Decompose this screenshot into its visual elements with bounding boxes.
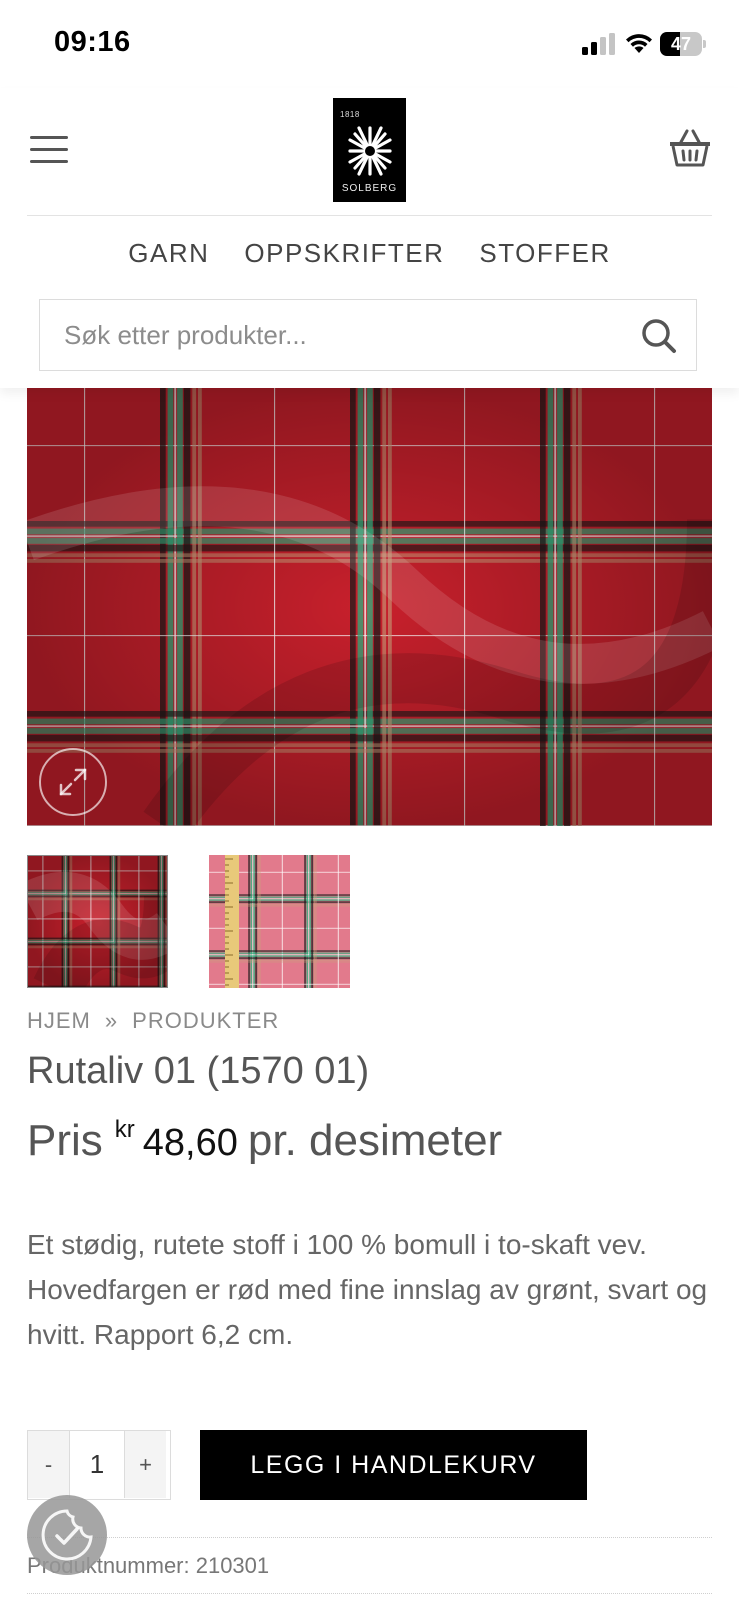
price-row: Pris kr 48,60 pr. desimeter bbox=[27, 1116, 502, 1166]
logo-year: 1818 bbox=[340, 110, 360, 119]
price-currency: kr bbox=[114, 1116, 135, 1143]
site-header: 1818 SOLBERG GARN OPPSKRIFTER STOFFER Sø… bbox=[0, 88, 739, 388]
meta-divider-bottom bbox=[27, 1593, 712, 1594]
nav-item-oppskrifter[interactable]: OPPSKRIFTER bbox=[244, 238, 444, 269]
cart-icon[interactable] bbox=[668, 128, 712, 168]
quantity-input[interactable] bbox=[69, 1431, 125, 1498]
product-thumbnail-2[interactable] bbox=[209, 855, 350, 988]
price-unit: pr. desimeter bbox=[247, 1116, 503, 1165]
breadcrumb-home[interactable]: HJEM bbox=[27, 1008, 91, 1034]
price-amount: 48,60 bbox=[142, 1122, 238, 1164]
search-box bbox=[39, 299, 697, 371]
search-input[interactable] bbox=[40, 300, 630, 370]
nav-item-stoffer[interactable]: STOFFER bbox=[479, 238, 610, 269]
breadcrumb-separator: » bbox=[104, 1008, 119, 1033]
breadcrumb: HJEM » PRODUKTER bbox=[27, 1008, 279, 1034]
product-thumbnail-1[interactable] bbox=[27, 855, 168, 988]
breadcrumb-products[interactable]: PRODUKTER bbox=[132, 1008, 279, 1034]
quantity-increase-button[interactable]: + bbox=[125, 1431, 166, 1498]
plaid-ruler-thumbnail-image bbox=[209, 855, 350, 988]
product-description: Et stødig, rutete stoff i 100 % bomull i… bbox=[27, 1229, 708, 1350]
price-label: Pris bbox=[27, 1116, 103, 1165]
signal-icon bbox=[582, 33, 615, 55]
battery-level: 47 bbox=[670, 34, 692, 54]
product-main-image[interactable] bbox=[27, 388, 712, 826]
main-nav: GARN OPPSKRIFTER STOFFER bbox=[0, 238, 739, 269]
quantity-decrease-button[interactable]: - bbox=[28, 1431, 69, 1498]
snowflake-logo-icon bbox=[348, 126, 392, 176]
search-icon[interactable] bbox=[640, 317, 678, 355]
plaid-thumbnail-image bbox=[28, 856, 167, 987]
logo-name: SOLBERG bbox=[341, 183, 398, 194]
plaid-fabric-image bbox=[27, 388, 712, 826]
wifi-icon bbox=[626, 34, 652, 53]
fullscreen-zoom-button[interactable] bbox=[39, 748, 107, 816]
battery-icon: 47 bbox=[660, 32, 706, 56]
menu-icon[interactable] bbox=[30, 136, 68, 164]
cookie-consent-button[interactable] bbox=[27, 1495, 107, 1575]
status-time: 09:16 bbox=[54, 26, 131, 58]
expand-icon bbox=[59, 768, 87, 796]
add-to-cart-button[interactable]: LEGG I HANDLEKURV bbox=[200, 1430, 587, 1500]
nav-item-garn[interactable]: GARN bbox=[128, 238, 209, 269]
product-title: Rutaliv 01 (1570 01) bbox=[27, 1050, 370, 1092]
cookie-check-icon bbox=[41, 1509, 93, 1561]
header-divider bbox=[27, 215, 712, 216]
solberg-logo[interactable]: 1818 SOLBERG bbox=[333, 98, 406, 202]
status-bar: 09:16 47 bbox=[0, 0, 739, 88]
quantity-stepper: - + bbox=[27, 1430, 171, 1500]
meta-divider-top bbox=[27, 1537, 712, 1538]
